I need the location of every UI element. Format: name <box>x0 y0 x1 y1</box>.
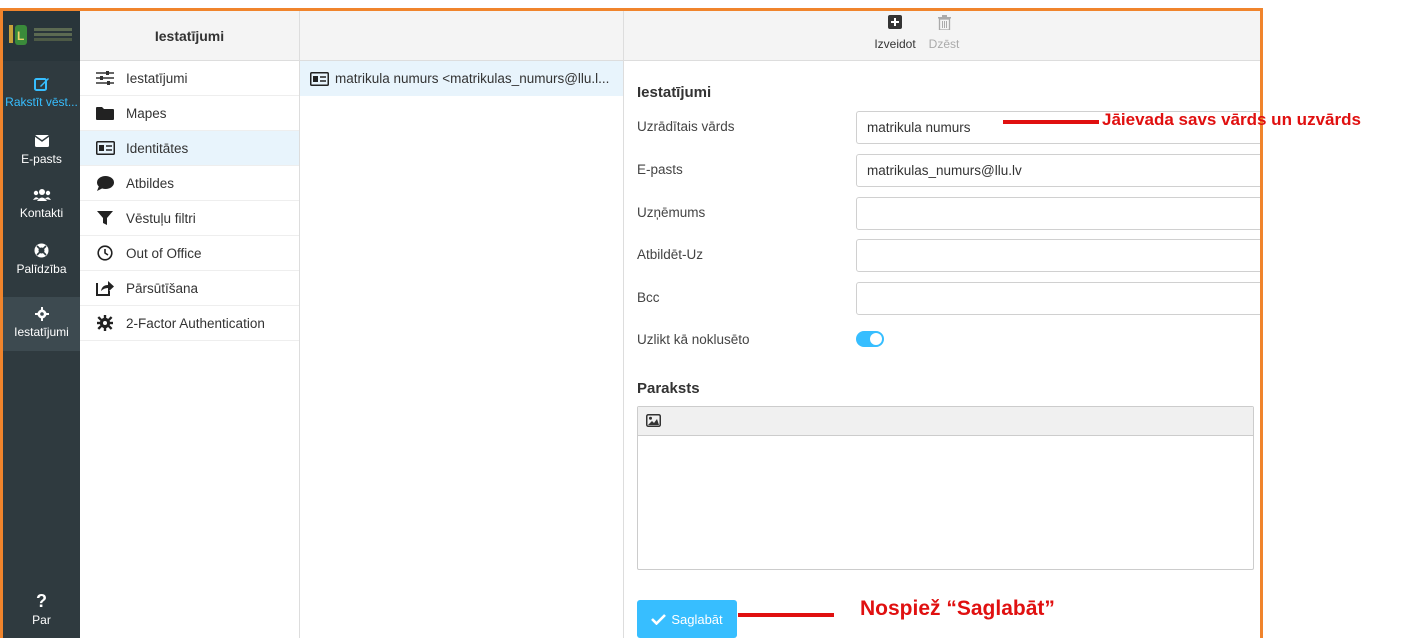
organization-label: Uzņēmums <box>637 205 706 220</box>
nav-about-label: Par <box>32 613 51 627</box>
settings-item-label: Out of Office <box>126 245 202 261</box>
folder-icon <box>94 106 116 120</box>
display-name-label: Uzrādītais vārds <box>637 119 735 134</box>
bcc-input[interactable] <box>856 282 1260 315</box>
question-mark-icon: ? <box>36 591 47 611</box>
nav-mail-label: E-pasts <box>21 152 62 166</box>
envelope-icon <box>3 130 80 150</box>
settings-item-label: 2-Factor Authentication <box>126 315 265 331</box>
name-annotation-line <box>1003 120 1099 124</box>
save-button[interactable]: Saglabāt <box>637 600 737 638</box>
clock-icon <box>94 245 116 261</box>
settings-item-label: Atbildes <box>126 175 175 191</box>
settings-item-responses[interactable]: Atbildes <box>80 166 299 201</box>
settings-item-forwarding[interactable]: Pārsūtīšana <box>80 271 299 306</box>
identity-editor: Izveidot Dzēst Iestatījumi Uzrādītais vā… <box>624 11 1260 638</box>
save-label: Saglabāt <box>671 611 723 627</box>
settings-item-preferences[interactable]: Iestatījumi <box>80 61 299 96</box>
settings-item-out-of-office[interactable]: Out of Office <box>80 236 299 271</box>
settings-item-folders[interactable]: Mapes <box>80 96 299 131</box>
forward-icon <box>94 280 116 296</box>
gear-icon <box>94 315 116 331</box>
reply-to-input[interactable] <box>856 239 1260 272</box>
help-circle-icon <box>3 240 80 260</box>
identities-list: matrikula numurs <matrikulas_numurs@llu.… <box>300 11 624 638</box>
id-card-icon <box>310 71 329 86</box>
filter-icon <box>94 210 116 226</box>
settings-item-filters[interactable]: Vēstuļu filtri <box>80 201 299 236</box>
nav-compose[interactable]: Rakstīt vēst... <box>3 73 80 109</box>
app-window: L Rakstīt vēst... E-pasts Kontakti Palīd… <box>0 8 1263 638</box>
nav-help-label: Palīdzība <box>16 262 67 276</box>
nav-contacts[interactable]: Kontakti <box>3 184 80 220</box>
nav-help[interactable]: Palīdzība <box>3 240 80 276</box>
nav-compose-label: Rakstīt vēst... <box>5 95 78 109</box>
settings-item-label: Identitātes <box>126 140 189 156</box>
email-label: E-pasts <box>637 162 683 177</box>
toggle-knob <box>870 333 882 345</box>
email-input[interactable] <box>856 154 1260 187</box>
nav-about[interactable]: ? Par <box>3 591 80 627</box>
name-annotation-text: Jāievada savs vārds un uzvārds <box>1102 110 1361 129</box>
identities-header <box>300 11 623 61</box>
settings-item-label: Mapes <box>126 105 167 121</box>
set-default-toggle[interactable] <box>856 331 884 347</box>
llu-logo-icon: L <box>9 23 31 47</box>
settings-item-2fa[interactable]: 2-Factor Authentication <box>80 306 299 341</box>
settings-item-identities[interactable]: Identitātes <box>80 131 299 166</box>
nav-mail[interactable]: E-pasts <box>3 130 80 166</box>
logo: L <box>3 11 80 61</box>
bcc-label: Bcc <box>637 290 660 305</box>
organization-input[interactable] <box>856 197 1260 230</box>
nav-settings[interactable]: Iestatījumi <box>3 297 80 351</box>
compose-icon <box>3 73 80 93</box>
reply-to-label: Atbildēt-Uz <box>637 247 704 262</box>
users-icon <box>3 184 80 204</box>
id-card-icon <box>94 141 116 155</box>
save-annotation-text: Nospiež “Saglabāt” <box>860 597 1055 620</box>
identity-label: matrikula numurs <matrikulas_numurs@llu.… <box>335 71 610 86</box>
settings-item-label: Vēstuļu filtri <box>126 210 196 226</box>
signature-textarea[interactable] <box>638 436 1253 569</box>
svg-text:L: L <box>17 29 24 43</box>
signature-title: Paraksts <box>637 380 700 397</box>
settings-header: Iestatījumi <box>80 11 299 61</box>
check-icon <box>651 614 667 625</box>
save-annotation-line <box>738 613 834 617</box>
signature-editor <box>637 406 1254 570</box>
nav-contacts-label: Kontakti <box>19 206 64 220</box>
settings-item-label: Pārsūtīšana <box>126 280 199 296</box>
settings-item-label: Iestatījumi <box>126 70 188 86</box>
image-icon[interactable] <box>646 414 661 430</box>
main-nav: L Rakstīt vēst... E-pasts Kontakti Palīd… <box>3 11 80 638</box>
nav-settings-label: Iestatījumi <box>14 325 69 339</box>
set-default-label: Uzlikt kā noklusēto <box>637 332 750 347</box>
logo-text <box>34 28 72 31</box>
speech-bubble-icon <box>94 175 116 191</box>
gear-icon <box>3 303 80 323</box>
identity-row[interactable]: matrikula numurs <matrikulas_numurs@llu.… <box>300 61 623 96</box>
settings-list: Iestatījumi Iestatījumi Mapes Identitāte… <box>80 11 300 638</box>
sliders-icon <box>94 71 116 85</box>
signature-toolbar <box>638 407 1253 436</box>
